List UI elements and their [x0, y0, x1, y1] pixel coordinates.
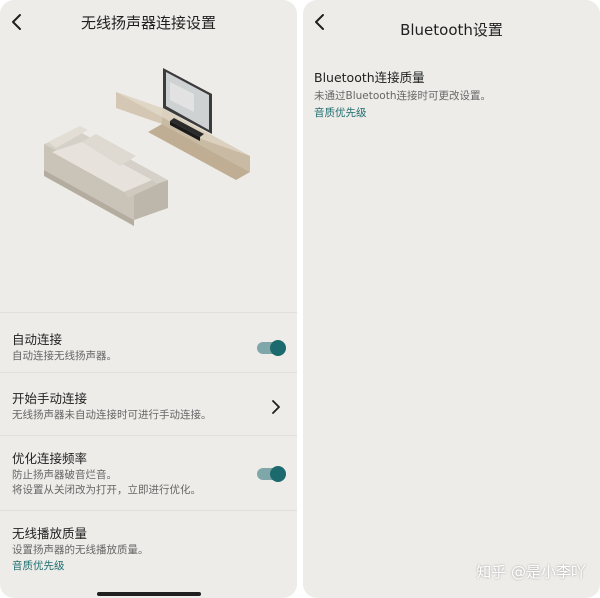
- setting-value-link[interactable]: 音质优先级: [12, 559, 288, 574]
- page-title: 无线扬声器连接设置: [80, 14, 216, 32]
- left-screen: 无线扬声器连接设置 自动连接 自动连接无线扬声器。 开始手动连接 无线扬声器未自…: [0, 0, 297, 598]
- optimize-frequency-toggle[interactable]: [257, 466, 286, 482]
- auto-connect-toggle[interactable]: [257, 340, 286, 356]
- divider: [0, 312, 297, 313]
- setting-manual-connect[interactable]: 开始手动连接 无线扬声器未自动连接时可进行手动连接。: [12, 391, 288, 423]
- page-title: Bluetooth设置: [400, 21, 503, 39]
- setting-value-link[interactable]: 音质优先级: [314, 106, 590, 121]
- setting-title: Bluetooth连接质量: [314, 70, 425, 85]
- setting-playback-quality[interactable]: 无线播放质量 设置扬声器的无线播放质量。 音质优先级: [12, 526, 288, 574]
- divider: [0, 510, 297, 511]
- setting-title: 优化连接频率: [12, 451, 88, 466]
- setting-subtitle: 防止扬声器破音烂音。: [12, 469, 117, 481]
- setting-subtitle-2: 将设置从关闭改为打开，立即进行优化。: [12, 484, 201, 496]
- setting-title: 自动连接: [12, 332, 63, 347]
- home-indicator: [97, 592, 201, 596]
- setting-optimize-frequency[interactable]: 优化连接频率 防止扬声器破音烂音。 将设置从关闭改为打开，立即进行优化。: [12, 451, 288, 498]
- setting-title: 开始手动连接: [12, 391, 88, 406]
- setting-subtitle: 设置扬声器的无线播放质量。: [12, 544, 149, 556]
- right-screen: Bluetooth设置 Bluetooth连接质量 未通过Bluetooth连接…: [303, 0, 600, 598]
- divider: [0, 435, 297, 436]
- setting-title: 无线播放质量: [12, 526, 88, 541]
- divider: [0, 372, 297, 373]
- setting-subtitle: 无线扬声器未自动连接时可进行手动连接。: [12, 409, 212, 421]
- watermark: 知乎 @是小李吖: [476, 563, 586, 581]
- setting-subtitle: 自动连接无线扬声器。: [12, 350, 117, 362]
- setting-auto-connect[interactable]: 自动连接 自动连接无线扬声器。: [12, 332, 288, 364]
- living-room-illustration: [44, 68, 250, 226]
- chevron-right-icon[interactable]: [269, 400, 283, 414]
- toggle-knob: [270, 340, 286, 356]
- toggle-knob: [270, 466, 286, 482]
- setting-bluetooth-quality[interactable]: Bluetooth连接质量 未通过Bluetooth连接时可更改设置。 音质优先…: [314, 70, 590, 121]
- setting-subtitle: 未通过Bluetooth连接时可更改设置。: [314, 90, 491, 102]
